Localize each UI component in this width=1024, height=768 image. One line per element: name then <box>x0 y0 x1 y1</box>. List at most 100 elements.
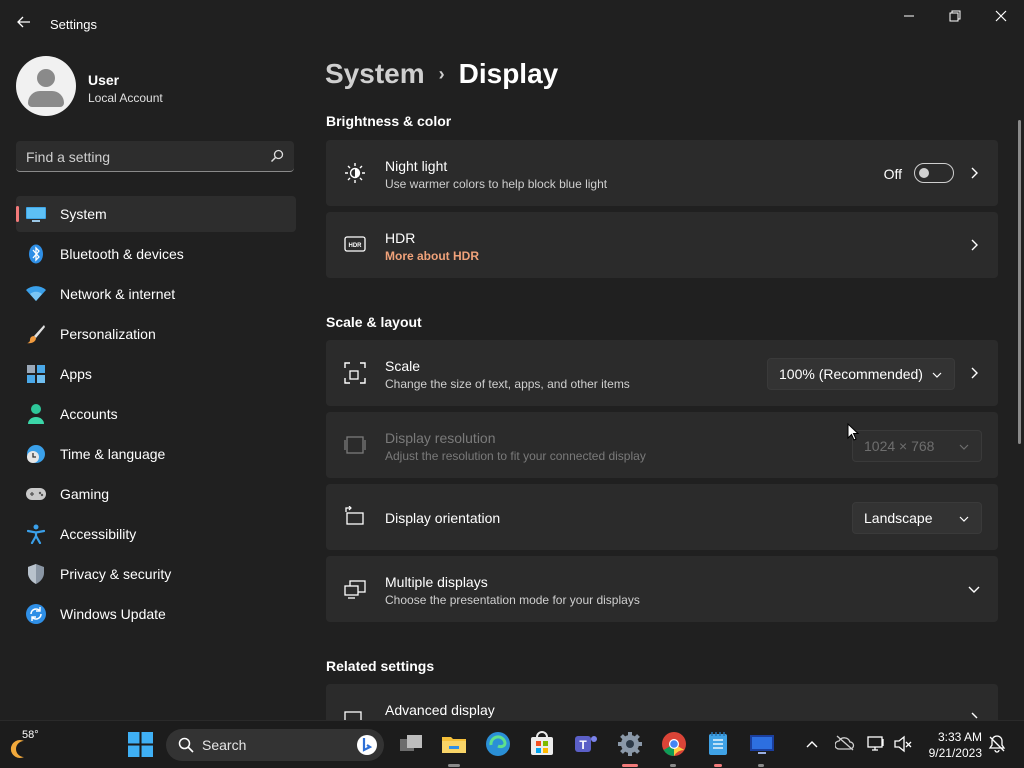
breadcrumb-separator: › <box>438 63 445 84</box>
hdr-card[interactable]: HDR HDR More about HDR <box>326 212 998 278</box>
chevron-down-icon[interactable] <box>968 583 980 595</box>
running-indicator-active <box>622 764 638 767</box>
section-heading-related: Related settings <box>326 658 435 674</box>
sidebar-item-accessibility[interactable]: Accessibility <box>16 516 296 552</box>
breadcrumb-parent[interactable]: System <box>325 58 425 90</box>
running-indicator <box>448 764 460 767</box>
sidebar-item-label: System <box>60 206 107 222</box>
sidebar-item-label: Personalization <box>60 326 156 342</box>
resolution-dropdown: 1024 × 768 <box>852 430 982 462</box>
taskbar: 58° Search T 3:33 AM 9/21/2023 <box>0 720 1024 768</box>
sidebar-item-label: Privacy & security <box>60 566 172 582</box>
search-icon[interactable] <box>270 149 284 163</box>
svg-text:T: T <box>579 738 587 752</box>
taskbar-search[interactable]: Search <box>166 729 384 761</box>
taskbar-clock[interactable]: 3:33 AM 9/21/2023 <box>929 729 982 761</box>
resolution-icon <box>344 436 366 454</box>
advanced-display-card[interactable]: Advanced display <box>326 684 998 720</box>
sidebar-item-gaming[interactable]: Gaming <box>16 476 296 512</box>
orientation-dropdown[interactable]: Landscape <box>852 502 982 534</box>
display-resolution-card: Display resolution Adjust the resolution… <box>326 412 998 478</box>
sidebar-item-label: Time & language <box>60 446 166 462</box>
onedrive-offline-icon[interactable] <box>835 735 855 751</box>
sidebar-item-label: Apps <box>60 366 92 382</box>
sidebar-item-label: Bluetooth & devices <box>60 246 184 262</box>
microsoft-store-icon[interactable] <box>529 731 555 757</box>
chevron-down-icon <box>932 372 942 378</box>
sidebar-item-accounts[interactable]: Accounts <box>16 396 296 432</box>
advanced-display-title: Advanced display <box>385 702 495 718</box>
file-explorer-icon[interactable] <box>441 731 467 757</box>
scale-dropdown[interactable]: 100% (Recommended) <box>767 358 955 390</box>
sidebar-item-apps[interactable]: Apps <box>16 356 296 392</box>
back-arrow-icon[interactable] <box>14 14 34 34</box>
scale-value: 100% (Recommended) <box>779 366 923 382</box>
notepad-icon[interactable] <box>705 731 731 757</box>
clock-date: 9/21/2023 <box>928 746 982 760</box>
sidebar-item-time-language[interactable]: Time & language <box>16 436 296 472</box>
sidebar-item-privacy[interactable]: Privacy & security <box>16 556 296 592</box>
sidebar-item-system[interactable]: System <box>16 196 296 232</box>
sidebar-item-label: Network & internet <box>60 286 176 302</box>
network-ethernet-icon[interactable] <box>866 735 886 753</box>
apps-icon <box>26 364 46 384</box>
scale-card[interactable]: Scale Change the size of text, apps, and… <box>326 340 998 406</box>
running-indicator <box>670 764 676 767</box>
mouse-cursor-icon <box>847 423 859 441</box>
night-light-toggle[interactable] <box>914 163 954 183</box>
bing-icon[interactable] <box>356 734 378 756</box>
sidebar-item-windows-update[interactable]: Windows Update <box>16 596 296 632</box>
settings-gear-icon[interactable] <box>617 731 643 757</box>
avatar[interactable] <box>16 56 76 116</box>
hdr-icon: HDR <box>344 236 366 252</box>
section-heading-scale-layout: Scale & layout <box>326 314 422 330</box>
chevron-right-icon[interactable] <box>968 239 980 251</box>
remote-display-icon[interactable] <box>749 731 775 757</box>
task-view-icon[interactable] <box>398 731 424 757</box>
title-bar: Settings <box>0 0 1024 48</box>
display-orientation-card: Display orientation Landscape <box>326 484 998 550</box>
sidebar-item-label: Accounts <box>60 406 118 422</box>
teams-icon[interactable]: T <box>573 731 599 757</box>
night-light-title: Night light <box>385 158 448 174</box>
weather-moon-icon <box>10 740 24 758</box>
multiple-displays-title: Multiple displays <box>385 574 488 590</box>
restore-button[interactable] <box>932 6 978 28</box>
minimize-button[interactable] <box>886 6 932 28</box>
chevron-right-icon[interactable] <box>968 167 980 179</box>
orientation-value: Landscape <box>864 510 933 526</box>
chrome-icon[interactable] <box>661 731 687 757</box>
page-title: Display <box>458 58 559 89</box>
scrollbar[interactable] <box>1018 120 1021 444</box>
shield-icon <box>26 564 46 584</box>
sidebar-item-bluetooth[interactable]: Bluetooth & devices <box>16 236 296 272</box>
show-hidden-icons-chevron-up-icon[interactable] <box>805 737 819 751</box>
user-name: User <box>88 72 120 88</box>
sidebar-item-personalization[interactable]: Personalization <box>16 316 296 352</box>
close-button[interactable] <box>978 6 1024 28</box>
sidebar-item-network[interactable]: Network & internet <box>16 276 296 312</box>
volume-muted-icon[interactable] <box>893 735 913 753</box>
start-windows-icon[interactable] <box>128 732 153 757</box>
chevron-right-icon[interactable] <box>968 712 980 720</box>
chevron-right-icon[interactable] <box>968 367 980 379</box>
edge-icon[interactable] <box>485 731 511 757</box>
hdr-link[interactable]: More about HDR <box>385 249 479 263</box>
sidebar-item-label: Windows Update <box>60 606 166 622</box>
section-heading-brightness: Brightness & color <box>326 113 452 129</box>
scale-title: Scale <box>385 358 421 374</box>
clock-time: 3:33 AM <box>937 730 982 744</box>
search-icon <box>178 737 194 753</box>
hdr-title: HDR <box>385 230 416 246</box>
display-orientation-title: Display orientation <box>385 510 501 526</box>
notification-bell-icon[interactable] <box>988 735 1006 753</box>
brightness-icon <box>345 163 365 183</box>
person-icon <box>26 404 46 424</box>
update-icon <box>26 604 46 624</box>
weather-temperature: 58° <box>22 729 39 741</box>
wifi-icon <box>26 284 46 304</box>
night-light-card[interactable]: Night light Use warmer colors to help bl… <box>326 140 998 206</box>
taskbar-search-label: Search <box>202 737 247 753</box>
multiple-displays-card[interactable]: Multiple displays Choose the presentatio… <box>326 556 998 622</box>
search-input[interactable] <box>16 141 268 173</box>
